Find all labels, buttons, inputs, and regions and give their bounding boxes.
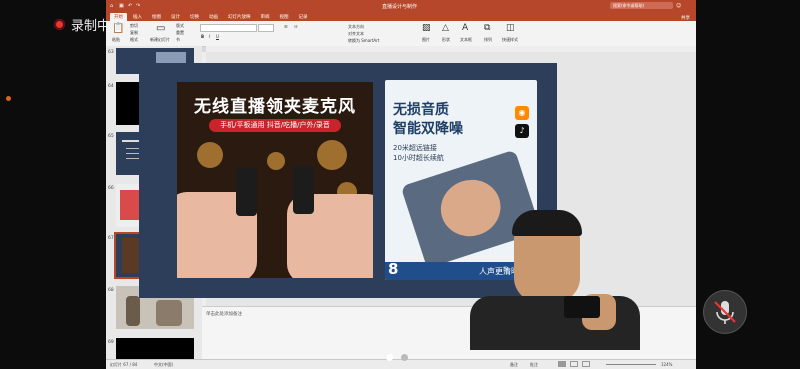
tab-insert[interactable]: 插入 <box>129 13 146 21</box>
shape-button[interactable]: 形状 <box>442 37 450 43</box>
quick-style-button[interactable]: 快速样式 <box>502 37 518 43</box>
tab-review[interactable]: 审阅 <box>257 13 274 21</box>
textbox-icon[interactable]: A <box>462 23 468 33</box>
new-slide-icon[interactable]: ▭ <box>156 23 165 34</box>
picture-button[interactable]: 图片 <box>422 37 430 43</box>
cut-button[interactable]: 剪切 <box>130 23 138 29</box>
thumbnail-slide[interactable] <box>116 338 194 359</box>
reset-button[interactable]: 重置 <box>176 30 184 36</box>
quick-style-icon[interactable]: ◫ <box>506 23 515 33</box>
thumb-number: 67 <box>108 236 114 241</box>
picture-icon[interactable]: ▨ <box>422 23 431 33</box>
recording-indicator[interactable]: 录制中 <box>54 15 110 34</box>
font-name-select[interactable] <box>200 24 257 32</box>
numbering-icon[interactable]: ☷ <box>294 24 298 29</box>
feature-line-4: 10小时超长续航 <box>393 154 444 162</box>
sorter-view-icon[interactable] <box>570 361 578 367</box>
kuaishou-icon: ◉ <box>515 106 529 120</box>
arrange-icon[interactable]: ⧉ <box>484 23 490 33</box>
arrange-button[interactable]: 排列 <box>484 37 492 43</box>
smile-icon[interactable]: ☺ <box>676 3 681 9</box>
feature-line-1: 无损音质 <box>393 102 449 118</box>
format-button[interactable]: 格式 <box>130 37 138 43</box>
ribbon-tabs: 开始 插入 绘图 设计 切换 动画 幻灯片放映 审阅 视图 记录 共享 <box>106 12 696 21</box>
new-slide-button[interactable]: 新建幻灯片 <box>150 37 170 43</box>
tab-view[interactable]: 视图 <box>276 13 293 21</box>
tab-transitions[interactable]: 切换 <box>186 13 203 21</box>
tab-record[interactable]: 记录 <box>295 13 312 21</box>
font-size-select[interactable] <box>258 24 274 32</box>
italic-icon[interactable]: I <box>209 34 210 39</box>
page-indicator <box>386 354 408 361</box>
notes-button[interactable]: 备注 <box>510 362 518 368</box>
thumb-number: 66 <box>108 186 114 191</box>
title-bar: ⌂ ▣ ↶ ↷ 直播设计与制作 搜索(命令或帮助) ☺ <box>106 0 696 12</box>
mic-product-image[interactable]: 无线直播领夹麦克风 手机/平板通用 抖音/吃播/户外/录音 <box>177 82 373 278</box>
home-icon[interactable]: ⌂ <box>110 3 113 9</box>
redo-icon[interactable]: ↷ <box>136 3 140 9</box>
product-title: 无线直播领夹麦克风 <box>194 97 356 117</box>
tab-draw[interactable]: 绘图 <box>148 13 165 21</box>
paste-button[interactable]: 粘贴 <box>112 37 120 43</box>
normal-view-icon[interactable] <box>558 361 566 367</box>
zoom-level[interactable]: 124% <box>661 362 672 367</box>
layout-button[interactable]: 版式 <box>176 23 184 29</box>
convert-smartart-button[interactable]: 转换为 SmartArt <box>348 38 379 44</box>
mute-microphone-button[interactable] <box>703 290 747 334</box>
align-text-button[interactable]: 对齐文本 <box>348 31 364 37</box>
page-dot[interactable] <box>386 354 393 361</box>
language-status[interactable]: 中文(中国) <box>154 362 173 368</box>
shape-icon[interactable]: △ <box>442 23 449 33</box>
copy-button[interactable]: 复制 <box>130 30 138 36</box>
save-icon[interactable]: ▣ <box>119 3 124 9</box>
paste-icon[interactable]: 📋 <box>112 23 124 34</box>
feature-line-2: 智能双降噪 <box>393 121 463 137</box>
zoom-slider[interactable] <box>606 364 656 365</box>
undo-icon[interactable]: ↶ <box>128 3 132 9</box>
recording-label: 录制中 <box>71 19 111 34</box>
thumb-number: 68 <box>108 288 114 293</box>
feature-line-3: 20米超远链接 <box>393 144 437 152</box>
thumb-number: 65 <box>108 134 114 139</box>
underline-icon[interactable]: U <box>216 34 219 39</box>
comments-button[interactable]: 批注 <box>530 362 538 368</box>
tab-design[interactable]: 设计 <box>167 13 184 21</box>
ribbon: 📋 粘贴 剪切 复制 格式 ▭ 新建幻灯片 版式 重置 节 B I U ☰ ☷ … <box>106 21 696 47</box>
tab-animations[interactable]: 动画 <box>205 13 222 21</box>
tab-home[interactable]: 开始 <box>110 13 127 21</box>
bold-icon[interactable]: B <box>201 34 204 39</box>
document-title: 直播设计与制作 <box>382 4 418 10</box>
tiktok-icon: ♪ <box>515 124 529 138</box>
textbox-button[interactable]: 文本框 <box>460 37 472 43</box>
slide-counter: 幻灯片 67 / 84 <box>110 362 138 367</box>
record-dot-icon <box>54 19 65 30</box>
bullets-icon[interactable]: ☰ <box>284 24 288 29</box>
page-dot[interactable] <box>401 354 408 361</box>
thumb-number: 64 <box>108 84 114 89</box>
microphone-off-icon <box>714 301 736 324</box>
thumb-number: 69 <box>108 340 114 345</box>
tab-slideshow[interactable]: 幻灯片放映 <box>224 13 255 21</box>
thumb-number: 63 <box>108 50 114 55</box>
floating-dot-icon[interactable] <box>6 96 11 101</box>
section-button[interactable]: 节 <box>176 37 180 43</box>
reading-view-icon[interactable] <box>582 361 590 367</box>
search-input[interactable]: 搜索(命令或帮助) <box>610 2 673 9</box>
text-direction-button[interactable]: 文本方向 <box>348 24 364 30</box>
product-subtitle: 手机/平板通用 抖音/吃播/户外/录音 <box>209 119 341 132</box>
notes-placeholder: 单击此处添加备注 <box>206 312 242 317</box>
presenter-video <box>470 210 640 350</box>
